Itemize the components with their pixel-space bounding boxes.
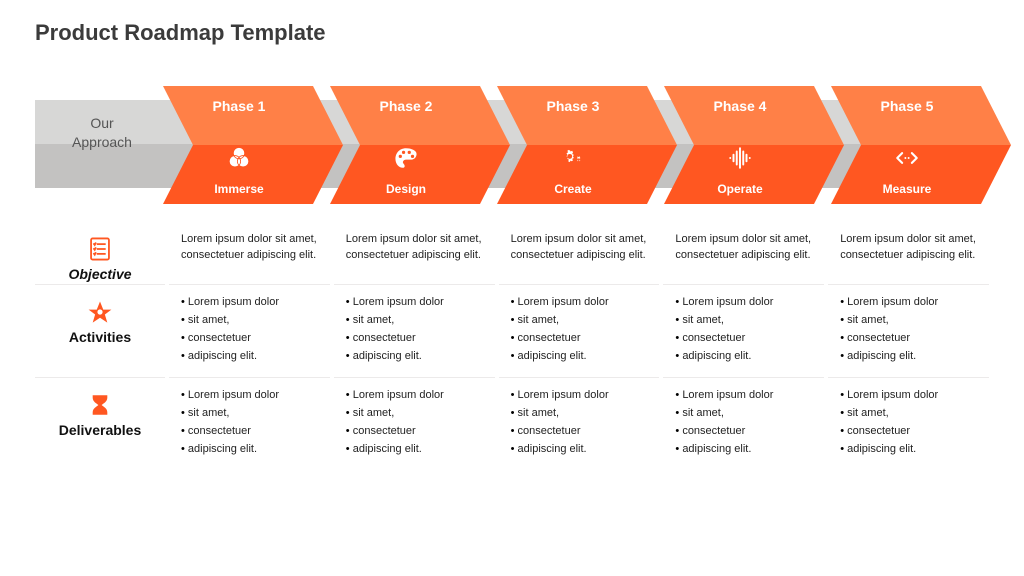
phase-label: Phase 3 bbox=[497, 98, 649, 114]
deliverables-cell: Lorem ipsum dolor sit amet, consectetuer ad… bbox=[499, 378, 660, 470]
deliverables-cell: Lorem ipsum dolor sit amet, consectetuer ad… bbox=[828, 378, 989, 470]
list-item: adipiscing elit. bbox=[675, 349, 816, 365]
phase-name: Measure bbox=[831, 182, 983, 196]
phase-name: Operate bbox=[664, 182, 816, 196]
list-item: consectetuer bbox=[346, 424, 487, 440]
checklist-icon bbox=[87, 236, 113, 262]
list-item: sit amet, bbox=[181, 313, 322, 329]
phase-name: Immerse bbox=[163, 182, 315, 196]
chevron-phase-1: Phase 1 Immerse bbox=[163, 86, 343, 204]
list-item: sit amet, bbox=[181, 406, 322, 422]
row-label-objective: Objective bbox=[35, 222, 165, 285]
list-item: consectetuer bbox=[511, 424, 652, 440]
content-grid: Objective Lorem ipsum dolor sit amet, co… bbox=[35, 222, 989, 562]
soundwave-icon bbox=[664, 144, 816, 172]
activities-cell: Lorem ipsum dolor sit amet, consectetuer ad… bbox=[499, 285, 660, 378]
gears-icon bbox=[497, 144, 649, 172]
hourglass-icon bbox=[87, 392, 113, 418]
objective-cell: Lorem ipsum dolor sit amet, consectetuer… bbox=[499, 222, 660, 285]
list-item: Lorem ipsum dolor bbox=[346, 295, 487, 311]
phase-label: Phase 1 bbox=[163, 98, 315, 114]
activities-cell: Lorem ipsum dolor sit amet, consectetuer ad… bbox=[169, 285, 330, 378]
chevron-phase-4: Phase 4 Operate bbox=[664, 86, 844, 204]
list-item: consectetuer bbox=[346, 331, 487, 347]
our-approach-line2: Approach bbox=[72, 134, 132, 150]
list-item: Lorem ipsum dolor bbox=[511, 295, 652, 311]
chevron-row: Phase 1 Immerse Phase 2 Design Phase bbox=[163, 86, 1003, 204]
list-item: sit amet, bbox=[511, 313, 652, 329]
row-title: Objective bbox=[68, 266, 131, 282]
list-item: Lorem ipsum dolor bbox=[346, 388, 487, 404]
chevron-phase-5: Phase 5 Measure bbox=[831, 86, 1011, 204]
list-item: consectetuer bbox=[675, 331, 816, 347]
list-item: Lorem ipsum dolor bbox=[840, 295, 981, 311]
deliverables-cell: Lorem ipsum dolor sit amet, consectetuer ad… bbox=[334, 378, 495, 470]
list-item: adipiscing elit. bbox=[675, 442, 816, 458]
list-item: sit amet, bbox=[840, 406, 981, 422]
phase-label: Phase 4 bbox=[664, 98, 816, 114]
list-item: sit amet, bbox=[840, 313, 981, 329]
page-title: Product Roadmap Template bbox=[35, 20, 326, 46]
list-item: Lorem ipsum dolor bbox=[181, 388, 322, 404]
list-item: adipiscing elit. bbox=[346, 442, 487, 458]
list-item: adipiscing elit. bbox=[181, 349, 322, 365]
phase-label: Phase 2 bbox=[330, 98, 482, 114]
list-item: consectetuer bbox=[840, 424, 981, 440]
venn-icon bbox=[163, 144, 315, 172]
our-approach-line1: Our bbox=[90, 115, 113, 131]
list-item: Lorem ipsum dolor bbox=[675, 388, 816, 404]
list-item: sit amet, bbox=[675, 406, 816, 422]
palette-icon bbox=[330, 144, 482, 172]
chevron-phase-3: Phase 3 Create bbox=[497, 86, 677, 204]
list-item: sit amet, bbox=[346, 406, 487, 422]
list-item: consectetuer bbox=[840, 331, 981, 347]
list-item: Lorem ipsum dolor bbox=[511, 388, 652, 404]
row-title: Deliverables bbox=[59, 422, 142, 438]
list-item: consectetuer bbox=[511, 331, 652, 347]
deliverables-cell: Lorem ipsum dolor sit amet, consectetuer ad… bbox=[663, 378, 824, 470]
objective-cell: Lorem ipsum dolor sit amet, consectetuer… bbox=[334, 222, 495, 285]
list-item: adipiscing elit. bbox=[840, 349, 981, 365]
code-icon bbox=[831, 144, 983, 172]
list-item: consectetuer bbox=[675, 424, 816, 440]
list-item: sit amet, bbox=[675, 313, 816, 329]
activities-cell: Lorem ipsum dolor sit amet, consectetuer ad… bbox=[334, 285, 495, 378]
list-item: sit amet, bbox=[346, 313, 487, 329]
chevron-phase-2: Phase 2 Design bbox=[330, 86, 510, 204]
list-item: sit amet, bbox=[511, 406, 652, 422]
list-item: Lorem ipsum dolor bbox=[675, 295, 816, 311]
row-label-activities: Activities bbox=[35, 285, 165, 378]
list-item: Lorem ipsum dolor bbox=[840, 388, 981, 404]
list-item: adipiscing elit. bbox=[840, 442, 981, 458]
activities-cell: Lorem ipsum dolor sit amet, consectetuer ad… bbox=[663, 285, 824, 378]
list-item: adipiscing elit. bbox=[181, 442, 322, 458]
our-approach-label: Our Approach bbox=[57, 114, 147, 152]
phase-label: Phase 5 bbox=[831, 98, 983, 114]
list-item: adipiscing elit. bbox=[511, 442, 652, 458]
row-label-deliverables: Deliverables bbox=[35, 378, 165, 470]
phase-name: Create bbox=[497, 182, 649, 196]
phase-strip: Our Approach Phase 1 Immerse Phase 2 bbox=[35, 86, 989, 204]
phase-name: Design bbox=[330, 182, 482, 196]
objective-cell: Lorem ipsum dolor sit amet, consectetuer… bbox=[663, 222, 824, 285]
list-item: adipiscing elit. bbox=[511, 349, 652, 365]
row-title: Activities bbox=[69, 329, 131, 345]
star-people-icon bbox=[87, 299, 113, 325]
objective-cell: Lorem ipsum dolor sit amet, consectetuer… bbox=[828, 222, 989, 285]
list-item: consectetuer bbox=[181, 424, 322, 440]
deliverables-cell: Lorem ipsum dolor sit amet, consectetuer ad… bbox=[169, 378, 330, 470]
list-item: Lorem ipsum dolor bbox=[181, 295, 322, 311]
list-item: adipiscing elit. bbox=[346, 349, 487, 365]
list-item: consectetuer bbox=[181, 331, 322, 347]
objective-cell: Lorem ipsum dolor sit amet, consectetuer… bbox=[169, 222, 330, 285]
activities-cell: Lorem ipsum dolor sit amet, consectetuer ad… bbox=[828, 285, 989, 378]
